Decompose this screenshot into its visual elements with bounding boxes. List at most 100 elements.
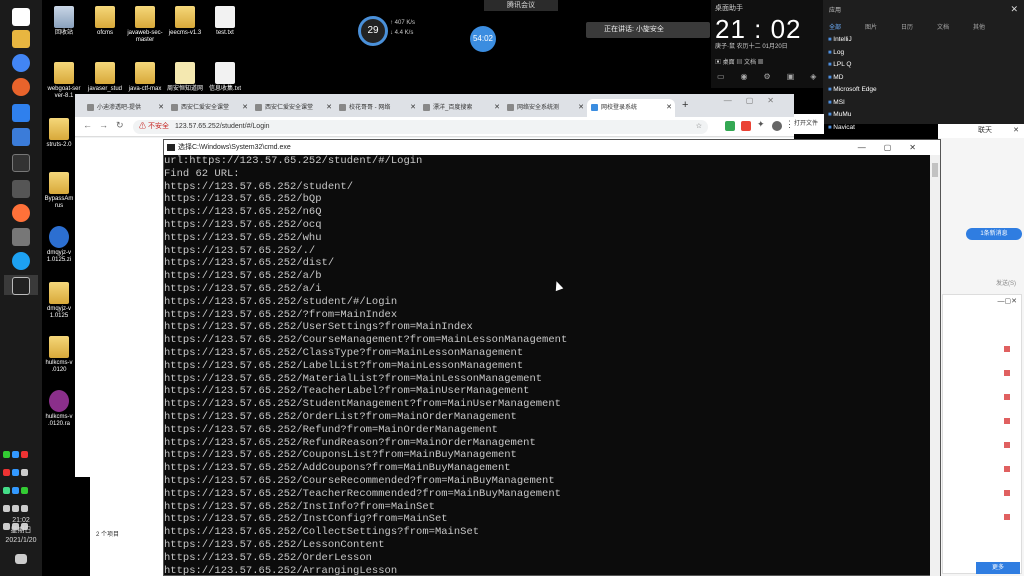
window-controls[interactable]: —▢✕	[724, 96, 788, 105]
mark-icon[interactable]	[1004, 490, 1010, 496]
close-tab-icon[interactable]: ✕	[242, 99, 248, 117]
scrollbar-thumb[interactable]	[932, 163, 938, 177]
desktop-icon[interactable]: 回收站	[44, 6, 84, 37]
tray-icon[interactable]	[12, 487, 19, 494]
back-icon[interactable]: ←	[83, 120, 92, 130]
desktop-icon[interactable]: java-ctf-max	[125, 62, 165, 93]
tray-icon[interactable]	[21, 487, 28, 494]
app-item[interactable]: IntelliJ	[828, 34, 877, 47]
tab-images[interactable]: 图片	[865, 22, 901, 31]
tray-icon[interactable]	[3, 487, 10, 494]
cpu-gauge[interactable]: 29	[358, 16, 388, 46]
desktop-icon[interactable]: 信息收集.txt	[205, 62, 245, 93]
app-item[interactable]: LPL Q	[828, 59, 877, 72]
tab-calendar[interactable]: 日历	[901, 22, 937, 31]
close-tab-icon[interactable]: ✕	[410, 99, 416, 117]
app-item[interactable]: Microsoft Edge	[828, 84, 876, 97]
desktop-icon[interactable]: hulkcms-v .0120.ra	[42, 390, 76, 428]
browser-tab[interactable]: 小迪渗透吧-提供 ✕	[83, 99, 167, 117]
browser-tab[interactable]: 漂洋_百度搜索 ✕	[419, 99, 503, 117]
start-icon[interactable]	[12, 8, 30, 26]
tray-icon[interactable]	[12, 505, 19, 512]
desktop-icon[interactable]: hulkcms-v .0120	[42, 336, 76, 374]
app-item[interactable]: Navicat	[828, 122, 877, 135]
app-item[interactable]: MD	[828, 72, 877, 85]
meeting-bar[interactable]: 腾讯会议	[484, 0, 558, 11]
tray-icon[interactable]	[3, 469, 10, 476]
reload-icon[interactable]: ↻	[116, 120, 124, 131]
puzzle-icon[interactable]: ✦	[757, 119, 765, 130]
tray-icon[interactable]	[21, 451, 28, 458]
tab-other[interactable]: 其他	[973, 22, 1009, 31]
tab-all[interactable]: 全部	[829, 22, 865, 31]
desktop-icon[interactable]: javaser_stud	[85, 62, 125, 93]
extension-icon[interactable]	[725, 121, 735, 131]
close-tab-icon[interactable]: ✕	[666, 99, 672, 117]
tray-icon[interactable]	[21, 469, 28, 476]
close-tab-icon[interactable]: ✕	[326, 99, 332, 117]
close-icon[interactable]: ✕	[1013, 124, 1019, 138]
notification-icon[interactable]	[15, 554, 27, 564]
mark-icon[interactable]	[1004, 442, 1010, 448]
tab-docs[interactable]: 文档	[937, 22, 973, 31]
app-icon-2[interactable]	[12, 180, 30, 198]
cmd-window-controls[interactable]: —▢✕	[858, 140, 934, 155]
mark-icon[interactable]	[1004, 394, 1010, 400]
desktop-icon[interactable]: ofcms	[85, 6, 125, 37]
tray-icon[interactable]	[21, 505, 28, 512]
desktop-icon[interactable]: jeecms-v1.3	[165, 6, 205, 37]
browser-tab[interactable]: 校花哥哥 - 网络 ✕	[335, 99, 419, 117]
desktop-icon[interactable]: BypassAm rus	[42, 172, 76, 210]
address-bar[interactable]: ⚠ 不安全 123.57.65.252/student/#/Login ☆	[133, 120, 708, 134]
meeting-icon[interactable]	[12, 128, 30, 146]
app-icon[interactable]	[12, 78, 30, 96]
close-icon[interactable]: ✕	[1010, 4, 1018, 15]
mark-icon[interactable]	[1004, 346, 1010, 352]
send-hint[interactable]: 发送(S)	[996, 278, 1016, 287]
close-tab-icon[interactable]: ✕	[494, 99, 500, 117]
browser-tab[interactable]: 西安仁爱安全课堂 ✕	[251, 99, 335, 117]
app-item[interactable]: MSI	[828, 97, 877, 110]
desktop-icon[interactable]: 周安恒知道网	[165, 62, 205, 93]
app-item[interactable]: Log	[828, 47, 877, 60]
file-explorer-icon[interactable]	[12, 30, 30, 48]
desktop-icon[interactable]: struts-2.0	[42, 118, 76, 149]
profile-avatar-icon[interactable]	[772, 121, 782, 131]
browser-tab-active[interactable]: 网校登录系统 ✕	[587, 99, 675, 117]
forward-icon[interactable]: →	[99, 120, 108, 130]
tray-icon[interactable]	[12, 451, 19, 458]
app-item[interactable]: MuMu	[828, 109, 877, 122]
not-secure-badge[interactable]: ⚠ 不安全	[139, 123, 169, 130]
mark-icon[interactable]	[1004, 418, 1010, 424]
terminal-icon[interactable]	[12, 154, 30, 172]
clock-tool-icons[interactable]: ▭◉⚙▣◈	[717, 72, 832, 81]
desktop-icon[interactable]: dmqyjz-v 1.0125	[42, 282, 76, 320]
subwindow-controls[interactable]: —▢✕	[943, 295, 1021, 309]
taskbar-clock[interactable]: 21:02 星期日 2021/1/20	[0, 516, 42, 546]
mark-icon[interactable]	[1004, 370, 1010, 376]
dingtalk-icon[interactable]	[12, 104, 30, 122]
desktop-icon[interactable]: test.txt	[205, 6, 245, 37]
firefox-icon[interactable]	[12, 204, 30, 222]
mark-icon[interactable]	[1004, 466, 1010, 472]
app-icon-4[interactable]	[12, 252, 30, 270]
tray-icon[interactable]	[3, 505, 10, 512]
tray-icon[interactable]	[12, 469, 19, 476]
new-message-pill[interactable]: 1条新消息	[966, 228, 1022, 240]
new-tab-button[interactable]: +	[682, 99, 688, 111]
mark-icon[interactable]	[1004, 514, 1010, 520]
browser-tab[interactable]: 西安仁爱安全课堂 ✕	[167, 99, 251, 117]
close-tab-icon[interactable]: ✕	[158, 99, 164, 117]
menu-icon[interactable]: ⋮	[785, 119, 794, 130]
tray-icon[interactable]	[3, 451, 10, 458]
chrome-icon[interactable]	[12, 54, 30, 72]
extension-icon[interactable]	[741, 121, 751, 131]
desktop-icon[interactable]: dmqyjz-v 1.0125.zi	[42, 226, 76, 264]
app-icon-3[interactable]	[12, 228, 30, 246]
timer-badge[interactable]: 54:02	[470, 26, 496, 52]
cmd-icon[interactable]	[12, 277, 30, 295]
browser-tab[interactable]: 网络安全系统测 ✕	[503, 99, 587, 117]
desktop-icon[interactable]: javaweb-sec-master	[125, 6, 165, 44]
clock-shortcuts[interactable]: ▣ 桌面 ▤ 文档 ▦	[715, 57, 764, 66]
bookmark-star-icon[interactable]: ☆	[696, 120, 702, 134]
